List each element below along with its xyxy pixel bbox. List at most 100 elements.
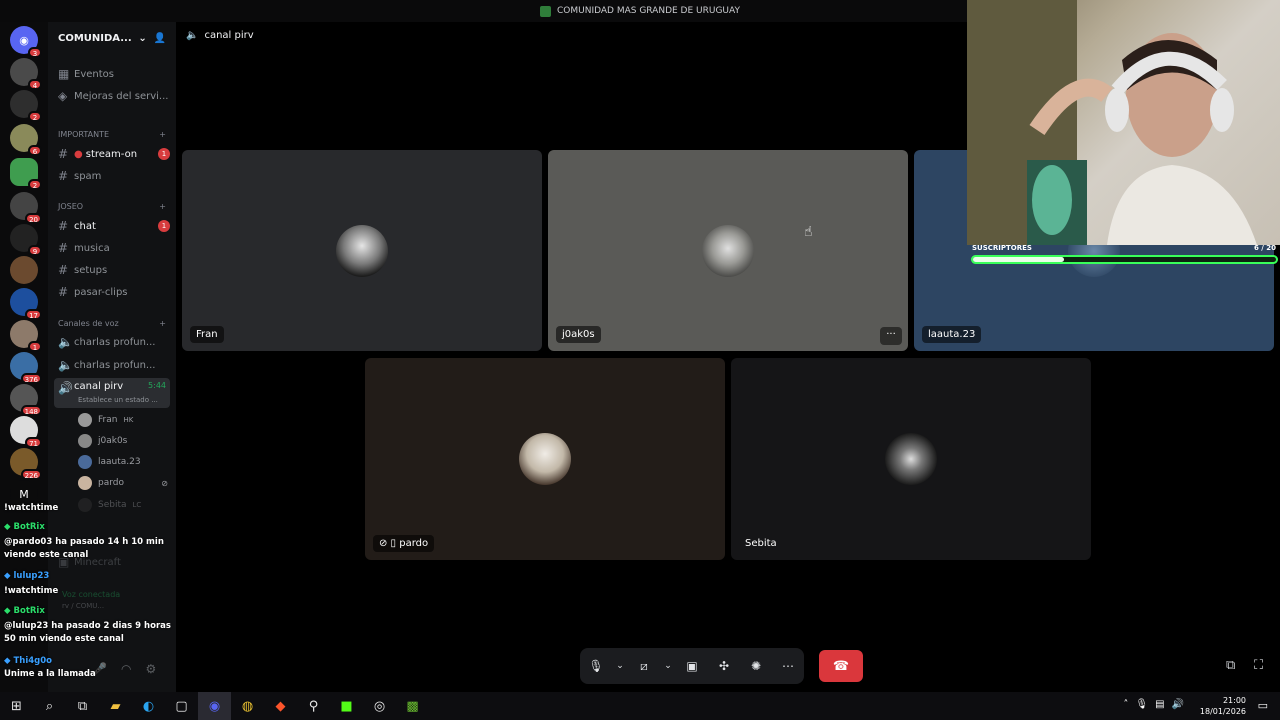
channel-pasar-clips[interactable]: # pasar-clips (54, 282, 170, 302)
camera-off-icon[interactable]: ⧄ (628, 648, 660, 684)
activities-icon[interactable]: ✣ (708, 648, 740, 684)
server-icon[interactable]: 148 (10, 384, 42, 416)
windows-start-icon[interactable]: ⊞ (0, 692, 33, 720)
server-header[interactable]: COMUNIDA... ⌄ 👤 (48, 22, 176, 54)
chat-user: ◆ BotRix (4, 521, 172, 534)
more-icon[interactable]: ⋯ (772, 648, 804, 684)
plus-icon[interactable]: + (159, 130, 166, 139)
server-icon[interactable]: 71 (10, 416, 42, 448)
voice-channel-1[interactable]: 🔈 charlas profun... (54, 332, 170, 352)
mic-icon[interactable]: 🎙 (1135, 699, 1148, 710)
badge: 71 (25, 437, 42, 448)
fullscreen-icon[interactable]: ⛶ (1254, 658, 1263, 673)
task-view-icon[interactable]: ⧉ (66, 692, 99, 720)
boosts-item[interactable]: ◈ Mejoras del servi... (54, 86, 170, 106)
file-explorer-icon[interactable]: ▰ (99, 692, 132, 720)
app-icon[interactable]: ▢ (165, 692, 198, 720)
obs-icon[interactable]: ◎ (363, 692, 396, 720)
server-icon[interactable]: 17 (10, 288, 42, 320)
chevron-down-icon[interactable]: ⌄ (138, 33, 146, 44)
cursor-hand-icon: ☝ (804, 224, 813, 240)
system-tray: ˄ 🎙 ▤ 🔊 (1123, 699, 1184, 710)
server-icon[interactable]: 376 (10, 352, 42, 384)
popout-icon[interactable]: ⧉ (1226, 658, 1235, 673)
channel-label: charlas profun... (74, 359, 156, 371)
server-icon[interactable]: 2 (10, 158, 42, 190)
avatar (78, 455, 92, 469)
server-icon[interactable] (10, 256, 38, 284)
minecraft-icon[interactable]: ▩ (396, 692, 429, 720)
badge: 1 (28, 341, 42, 352)
system-clock[interactable]: 21:00 18/01/2026 (1200, 695, 1246, 717)
kick-icon[interactable]: ■ (330, 692, 363, 720)
network-icon[interactable]: ▤ (1155, 699, 1164, 710)
add-member-icon[interactable]: 👤 (154, 33, 166, 44)
soundboard-icon[interactable]: ✺ (740, 648, 772, 684)
server-icon[interactable]: 1 (10, 320, 42, 352)
voice-user[interactable]: j0ak0s (78, 432, 168, 450)
speaker-icon: 🔈 (186, 30, 199, 41)
discord-home-icon[interactable]: ◉ 3 (10, 26, 42, 58)
mic-icon[interactable]: 🎙 (580, 648, 612, 684)
voice-channel-2[interactable]: 🔈 charlas profun... (54, 355, 170, 375)
hash-icon: # (58, 285, 69, 299)
events-item[interactable]: ▦ Eventos (54, 64, 170, 84)
brave-icon[interactable]: ◆ (264, 692, 297, 720)
badge: 148 (20, 405, 42, 416)
channel-label: musica (74, 242, 110, 254)
server-icon[interactable]: 20 (10, 192, 42, 224)
avatar (885, 433, 937, 485)
channel-musica[interactable]: # musica (54, 238, 170, 258)
hash-icon: # (58, 169, 69, 183)
chrome-icon[interactable]: ◍ (231, 692, 264, 720)
voice-user[interactable]: Fran HK (78, 411, 168, 429)
voice-user[interactable]: pardo ⊘ (78, 474, 168, 492)
plus-icon[interactable]: + (159, 202, 166, 211)
avatar (78, 434, 92, 448)
channel-chat[interactable]: # chat 1 (54, 216, 170, 236)
chevron-up-icon[interactable]: ˄ (1123, 699, 1128, 710)
volume-icon[interactable]: 🔊 (1172, 699, 1184, 710)
video-tile[interactable]: Fran (182, 150, 542, 351)
clock-time: 21:00 (1222, 696, 1246, 705)
chat-username: Thi4g0o (13, 656, 53, 666)
more-options-button[interactable]: ··· (880, 327, 902, 345)
magnifier-icon[interactable]: ⚲ (297, 692, 330, 720)
badge: 17 (25, 309, 42, 320)
search-icon[interactable]: ⌕ (33, 692, 66, 720)
server-icon[interactable]: 9 (10, 224, 42, 256)
deafened-icon: ⊘ ▯ (379, 538, 400, 549)
participant-name-box: ⊘ ▯ pardo (373, 535, 435, 552)
channel-spam[interactable]: # spam (54, 166, 170, 186)
channel-status[interactable]: Establece un estado ... (78, 396, 158, 404)
events-label: Eventos (74, 68, 114, 80)
category-voice[interactable]: Canales de voz + (58, 319, 166, 328)
video-tile[interactable]: Sebita (731, 358, 1091, 560)
edge-icon[interactable]: ◐ (132, 692, 165, 720)
server-icon[interactable]: 6 (10, 124, 42, 156)
screen-share-icon[interactable]: ▣ (676, 648, 708, 684)
channel-label: canal pirv (74, 381, 124, 392)
subscriber-progress-bar (971, 255, 1278, 264)
notification-icon[interactable]: ▭ (1258, 699, 1268, 712)
server-icon[interactable]: 226 (10, 448, 42, 480)
video-tile[interactable]: ⊘ ▯ pardo (365, 358, 725, 560)
voice-user[interactable]: laauta.23 (78, 453, 168, 471)
badge: 6 (28, 145, 42, 156)
avatar (78, 413, 92, 427)
chat-user: ◆ Thi4g0o (4, 655, 172, 668)
chevron-down-icon[interactable]: ⌄ (612, 648, 628, 684)
category-joseo[interactable]: JOSEO + (58, 202, 166, 211)
server-icon[interactable]: 4 (10, 58, 42, 90)
chat-user: ◆ lulup23 (4, 570, 172, 583)
discord-icon[interactable]: ◉ (198, 692, 231, 720)
channel-stream-on[interactable]: # ● stream-on 1 (54, 144, 170, 164)
hangup-button[interactable]: ☎ (819, 650, 863, 682)
plus-icon[interactable]: + (159, 319, 166, 328)
chevron-down-icon[interactable]: ⌄ (660, 648, 676, 684)
user-name: pardo (98, 478, 124, 488)
server-icon[interactable]: 2 (10, 90, 42, 122)
category-importante[interactable]: IMPORTANTE + (58, 130, 166, 139)
video-tile[interactable]: j0ak0s ··· ☝ (548, 150, 908, 351)
channel-setups[interactable]: # setups (54, 260, 170, 280)
